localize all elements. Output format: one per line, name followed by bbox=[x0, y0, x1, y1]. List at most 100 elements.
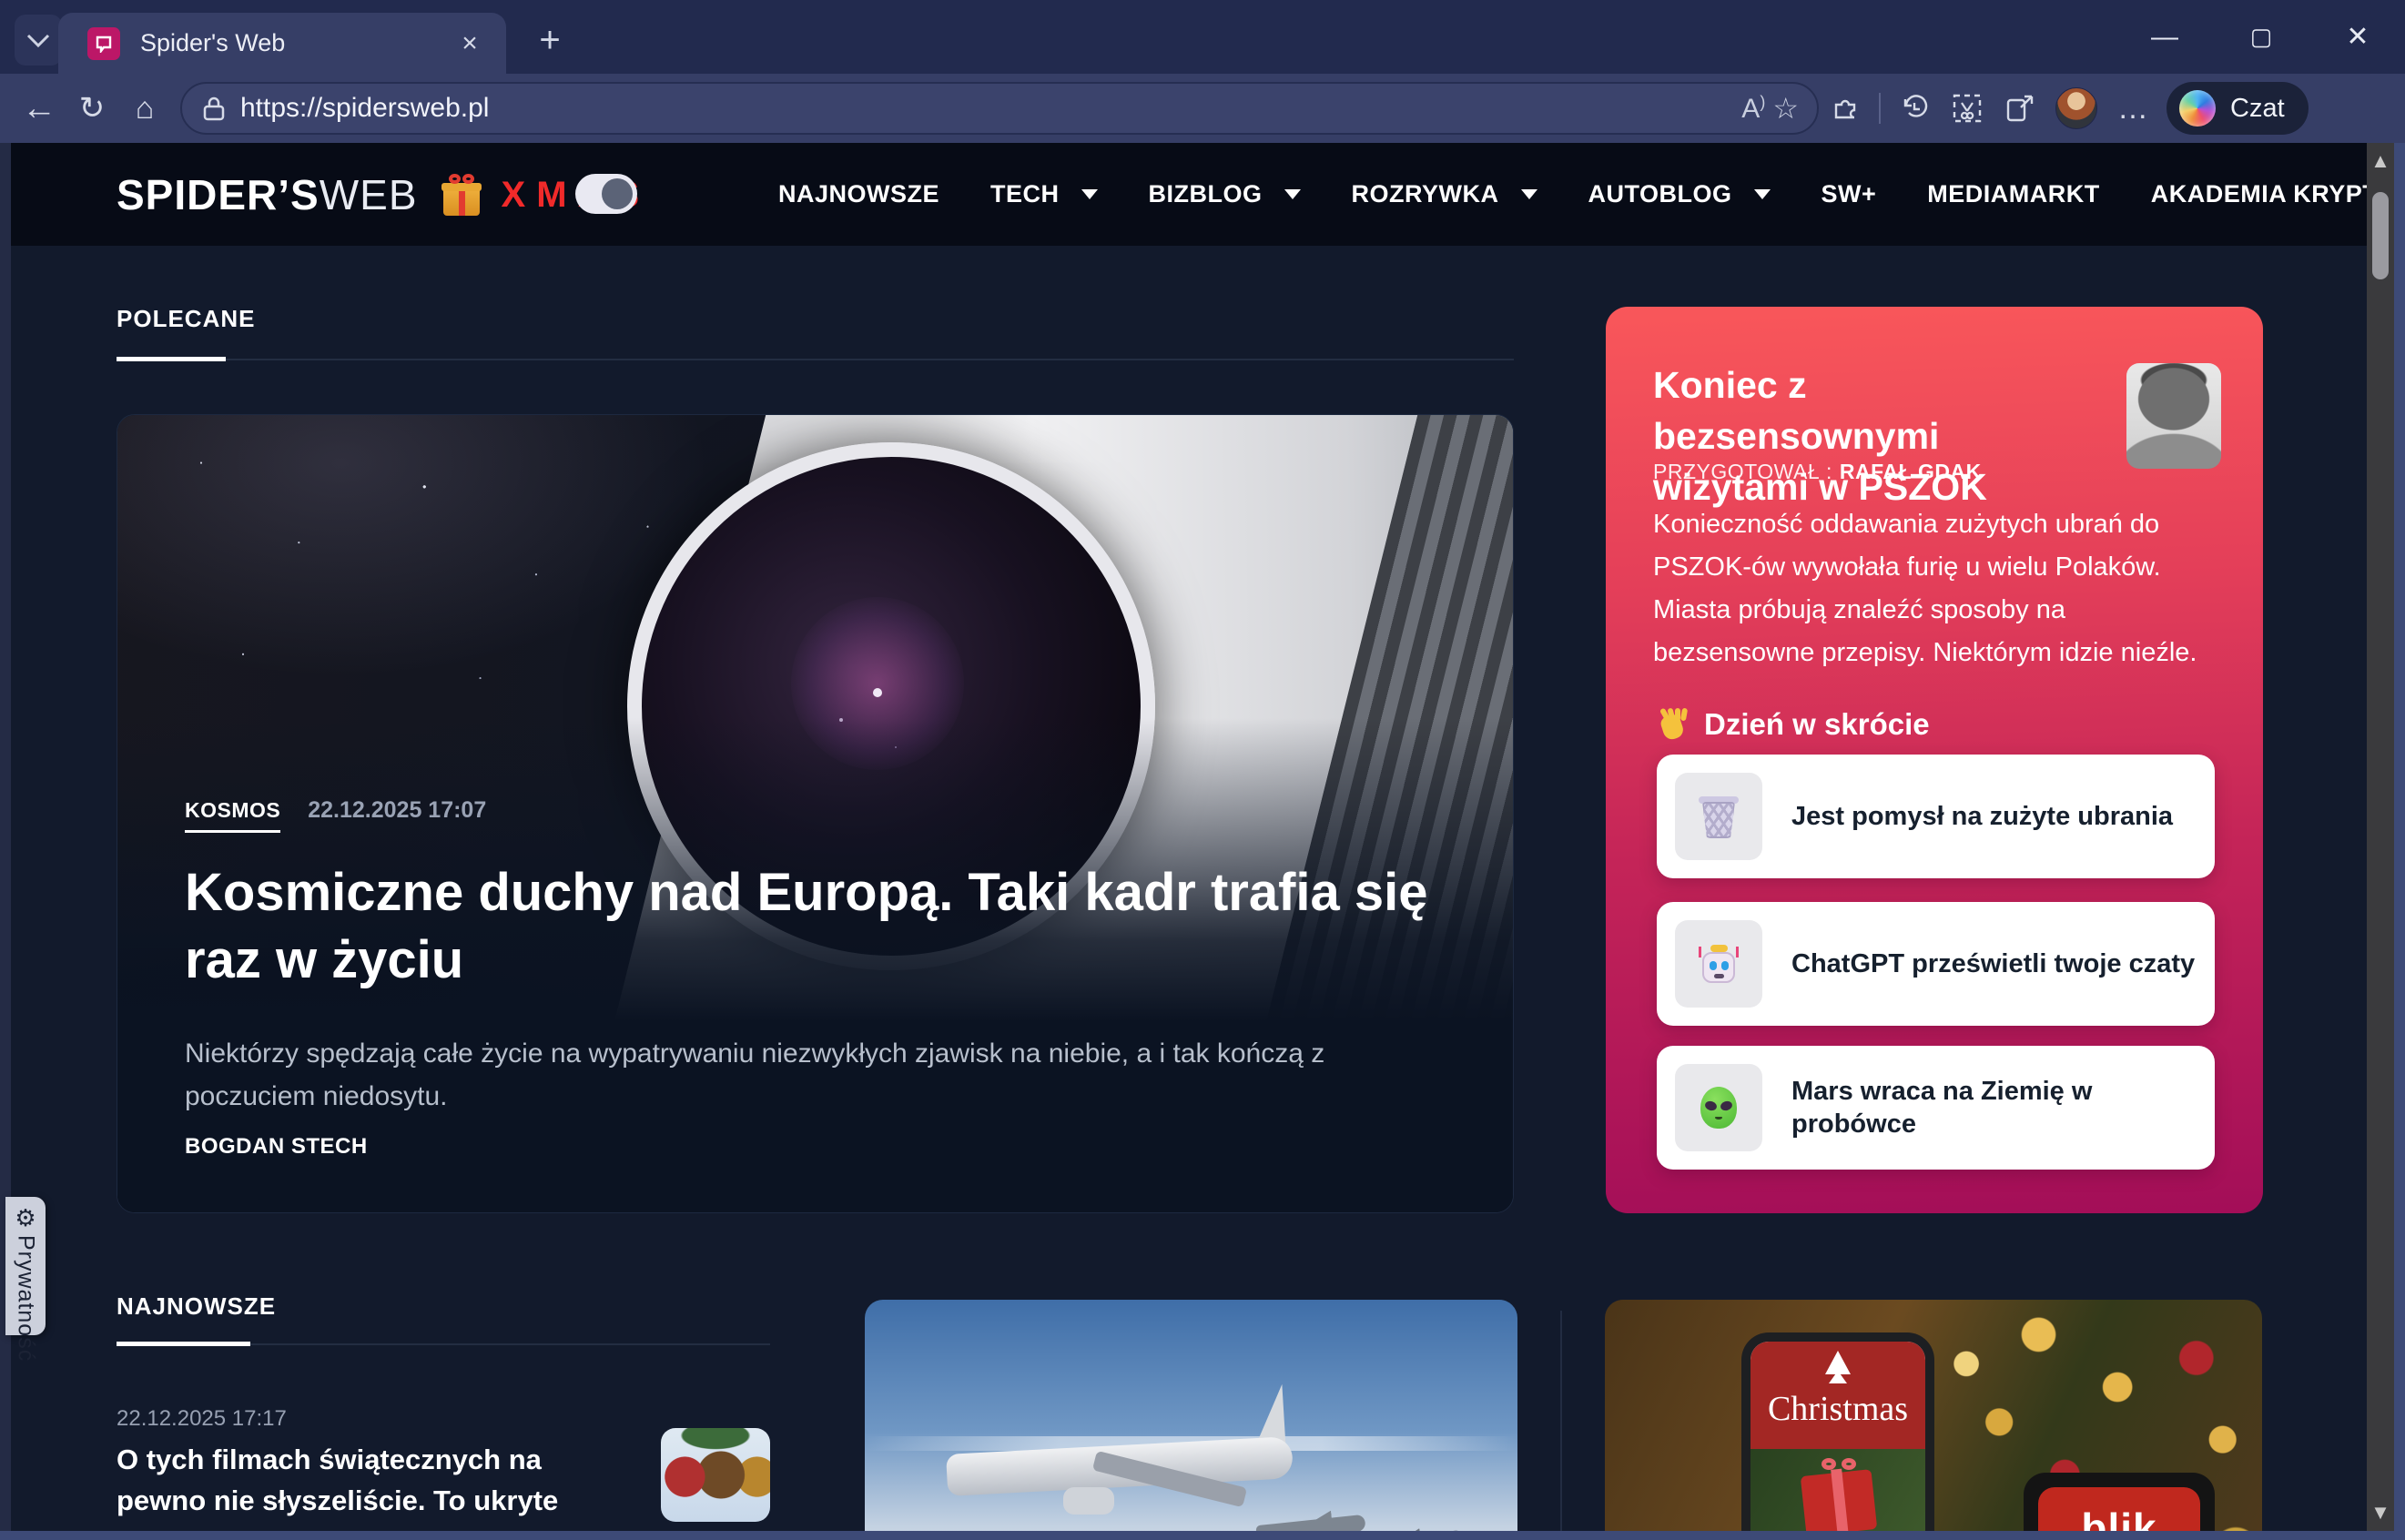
logo-text-strong: SPIDER’S bbox=[117, 170, 320, 219]
gift-icon bbox=[441, 174, 482, 216]
tab-close-icon[interactable]: × bbox=[450, 24, 490, 64]
new-tab-button[interactable]: + bbox=[526, 16, 573, 64]
digest-item-label: Jest pomysł na zużyte ubrania bbox=[1791, 800, 2191, 833]
read-aloud-icon[interactable]: A) bbox=[1741, 93, 1765, 125]
privacy-tab[interactable]: ⚙ Prywatność bbox=[5, 1197, 46, 1335]
share-icon[interactable] bbox=[1994, 82, 2046, 135]
dropdown-caret-icon bbox=[1521, 189, 1537, 199]
waving-hand-icon bbox=[1657, 708, 1688, 741]
digest-item-label: Mars wraca na Ziemię w probówce bbox=[1791, 1075, 2215, 1140]
alien-icon bbox=[1675, 1064, 1762, 1151]
toggle-knob bbox=[602, 178, 633, 209]
column-divider bbox=[1560, 1311, 1562, 1531]
blik-logo: blik bbox=[2081, 1504, 2156, 1531]
hero-meta: KOSMOS 22.12.2025 17:07 bbox=[185, 797, 486, 833]
refresh-button[interactable]: ↻ bbox=[66, 82, 118, 135]
browser-toolbar: ← ↻ ⌂ https://spidersweb.pl A) ☆ … Czat bbox=[0, 74, 2405, 143]
close-window-button[interactable]: ✕ bbox=[2336, 15, 2380, 59]
scrollbar-thumb[interactable] bbox=[2372, 192, 2389, 279]
hero-category-link[interactable]: KOSMOS bbox=[185, 798, 280, 833]
payment-terminal-illustration: blik bbox=[2024, 1473, 2215, 1531]
article-date: 22.12.2025 17:17 bbox=[117, 1406, 287, 1432]
nav-item-mediamarkt[interactable]: MEDIAMARKT bbox=[1927, 180, 2099, 208]
digest-subhead-label: Dzień w skrócie bbox=[1704, 707, 1930, 742]
article-title[interactable]: O tych filmach świątecznych na pewno nie… bbox=[117, 1439, 635, 1531]
hero-article-card[interactable]: KOSMOS 22.12.2025 17:07 Kosmiczne duchy … bbox=[117, 414, 1514, 1213]
dropdown-caret-icon bbox=[1081, 189, 1098, 199]
digest-title[interactable]: Koniec z bezsensownymi wizytami w PSZOK bbox=[1653, 360, 2090, 512]
robot-icon bbox=[1675, 920, 1762, 1008]
browser-tab[interactable]: Spider's Web × bbox=[58, 13, 506, 74]
tab-search-button[interactable] bbox=[15, 15, 62, 66]
nav-item-bizblog[interactable]: BIZBLOG bbox=[1149, 180, 1301, 208]
page-scrollbar[interactable]: ▲ ▼ bbox=[2367, 143, 2394, 1531]
gift-photo-art bbox=[1750, 1449, 1925, 1531]
xmas-theme-toggle[interactable] bbox=[575, 174, 637, 214]
copilot-chat-label: Czat bbox=[2230, 94, 2285, 124]
digest-author-name[interactable]: RAFAŁ GDAK bbox=[1840, 460, 1982, 483]
screenshot-icon[interactable] bbox=[1941, 82, 1994, 135]
home-button[interactable]: ⌂ bbox=[118, 82, 171, 135]
main-nav: NAJNOWSZE TECH BIZBLOG ROZRYWKA AUTOBLOG… bbox=[778, 143, 2367, 246]
history-icon[interactable] bbox=[1888, 82, 1941, 135]
polecane-divider bbox=[117, 359, 1514, 360]
nav-item-swplus[interactable]: SW+ bbox=[1822, 180, 1877, 208]
hero-date: 22.12.2025 17:07 bbox=[308, 797, 486, 824]
scroll-down-icon[interactable]: ▼ bbox=[2370, 1494, 2390, 1531]
digest-byline: PRZYGOTOWAŁ : RAFAŁ GDAK bbox=[1653, 460, 1982, 484]
digest-subhead: Dzień w skrócie bbox=[1657, 707, 1930, 742]
minimize-button[interactable]: — bbox=[2143, 15, 2187, 59]
hero-description: Niektórzy spędzają całe życie na wypatry… bbox=[185, 1032, 1423, 1118]
logo-text-light: WEB bbox=[320, 170, 418, 219]
nav-item-tech[interactable]: TECH bbox=[990, 180, 1098, 208]
wastebasket-icon bbox=[1675, 773, 1762, 860]
nav-item-akademia-krypto[interactable]: AKADEMIA KRYPTO bbox=[2151, 180, 2367, 208]
url-text[interactable]: https://spidersweb.pl bbox=[240, 93, 1741, 124]
nav-item-rozrywka[interactable]: ROZRYWKA bbox=[1352, 180, 1537, 208]
najnowsze-section-label: NAJNOWSZE bbox=[117, 1292, 276, 1321]
hero-author[interactable]: BOGDAN STECH bbox=[185, 1134, 368, 1160]
gear-icon: ⚙ bbox=[15, 1206, 36, 1230]
dropdown-caret-icon bbox=[1754, 189, 1771, 199]
digest-card[interactable]: Koniec z bezsensownymi wizytami w PSZOK … bbox=[1606, 307, 2263, 1213]
extensions-icon[interactable] bbox=[1819, 82, 1872, 135]
copilot-chat-button[interactable]: Czat bbox=[2167, 82, 2309, 135]
hero-title[interactable]: Kosmiczne duchy nad Europą. Taki kadr tr… bbox=[185, 859, 1514, 994]
profile-avatar[interactable] bbox=[2055, 87, 2097, 129]
plane-engine-art bbox=[1063, 1487, 1114, 1515]
maximize-button[interactable]: ▢ bbox=[2239, 15, 2283, 59]
site-header: SPIDER’SWEB XMAS NAJNOWSZE TECH BIZBLOG … bbox=[11, 143, 2367, 246]
nav-item-autoblog[interactable]: AUTOBLOG bbox=[1588, 180, 1771, 208]
digest-item-mars[interactable]: Mars wraca na Ziemię w probówce bbox=[1657, 1046, 2215, 1170]
digest-author-avatar bbox=[2126, 363, 2221, 469]
digest-item-chatgpt[interactable]: ChatGPT prześwietli twoje czaty bbox=[1657, 902, 2215, 1026]
address-bar[interactable]: https://spidersweb.pl A) ☆ bbox=[180, 82, 1819, 135]
toolbar-divider bbox=[1879, 93, 1881, 124]
site-logo[interactable]: SPIDER’SWEB XMAS bbox=[117, 170, 650, 219]
chevron-down-icon bbox=[26, 25, 50, 56]
najnowsze-divider-accent bbox=[117, 1342, 250, 1346]
window-controls: — ▢ ✕ bbox=[2143, 0, 2380, 74]
article-thumbnail[interactable] bbox=[661, 1428, 770, 1522]
back-button[interactable]: ← bbox=[13, 82, 66, 135]
digest-item-ubrania[interactable]: Jest pomysł na zużyte ubrania bbox=[1657, 755, 2215, 878]
lock-icon bbox=[202, 95, 226, 122]
blik-article-image[interactable]: Christmas Shop Now blik bbox=[1605, 1300, 2262, 1531]
plane-article-image[interactable] bbox=[865, 1300, 1517, 1531]
polecane-divider-accent bbox=[117, 357, 226, 361]
digest-body: Konieczność oddawania zużytych ubrań do … bbox=[1653, 503, 2232, 674]
privacy-label: Prywatność bbox=[13, 1235, 39, 1362]
favorite-star-icon[interactable]: ☆ bbox=[1772, 91, 1799, 126]
window-frame-right bbox=[2394, 143, 2405, 1540]
site-favicon-icon bbox=[87, 27, 120, 60]
fighter-jet-art bbox=[1255, 1515, 1365, 1531]
digest-prepared-label: PRZYGOTOWAŁ : bbox=[1653, 460, 1832, 483]
more-menu-icon[interactable]: … bbox=[2106, 82, 2159, 135]
nav-item-najnowsze[interactable]: NAJNOWSZE bbox=[778, 180, 939, 208]
copilot-icon bbox=[2179, 90, 2216, 127]
phone-illustration: Christmas Shop Now bbox=[1741, 1332, 1934, 1531]
page-viewport: SPIDER’SWEB XMAS NAJNOWSZE TECH BIZBLOG … bbox=[11, 143, 2367, 1531]
scroll-up-icon[interactable]: ▲ bbox=[2370, 143, 2390, 179]
dropdown-caret-icon bbox=[1284, 189, 1301, 199]
browser-titlebar: Spider's Web × + — ▢ ✕ bbox=[0, 0, 2405, 74]
